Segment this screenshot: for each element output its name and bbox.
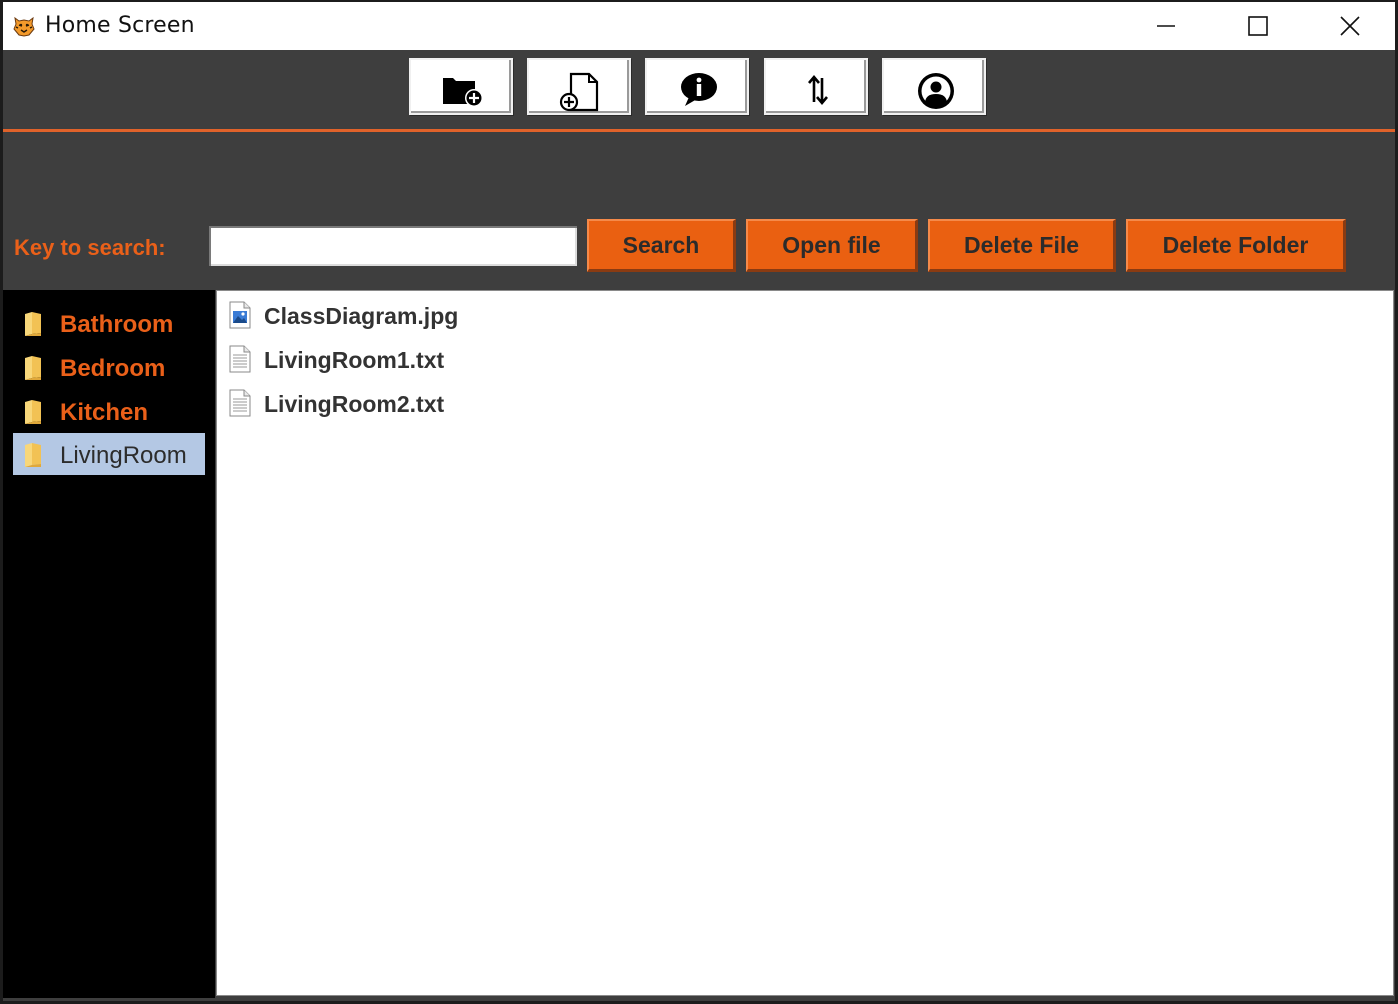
file-item-livingroom1[interactable]: LivingRoom1.txt <box>227 339 827 379</box>
folder-item-bathroom[interactable]: Bathroom <box>13 302 205 344</box>
folder-label: LivingRoom <box>60 442 187 469</box>
minimize-button[interactable] <box>1120 2 1212 50</box>
folder-label: Bathroom <box>60 311 174 338</box>
folder-item-kitchen[interactable]: Kitchen <box>13 390 205 432</box>
delete-folder-button[interactable]: Delete Folder <box>1126 219 1346 272</box>
text-file-icon <box>229 389 251 417</box>
toolbar <box>3 50 1395 130</box>
info-button[interactable] <box>645 58 749 115</box>
sort-button[interactable] <box>764 58 868 115</box>
folder-label: Kitchen <box>60 399 149 426</box>
file-item-classdiagram[interactable]: ClassDiagram.jpg <box>227 295 827 335</box>
sort-arrows-icon <box>808 74 828 106</box>
file-item-livingroom2[interactable]: LivingRoom2.txt <box>227 383 827 423</box>
new-file-icon <box>559 72 599 112</box>
folder-icon <box>25 400 41 424</box>
close-button[interactable] <box>1304 2 1396 50</box>
close-icon <box>1340 16 1360 36</box>
text-file-icon <box>229 345 251 373</box>
folder-label: Bedroom <box>60 355 166 382</box>
profile-button[interactable] <box>882 58 986 115</box>
folder-item-livingroom[interactable]: LivingRoom <box>13 433 205 475</box>
file-label: LivingRoom2.txt <box>264 391 445 417</box>
folder-icon <box>25 312 41 336</box>
folder-sidebar: Bathroom Bedroom Kitchen LivingRoom <box>3 290 215 998</box>
tiger-icon <box>13 16 35 37</box>
search-input[interactable] <box>209 226 577 266</box>
user-icon <box>918 73 954 109</box>
new-folder-icon <box>443 78 483 107</box>
file-label: ClassDiagram.jpg <box>264 303 459 329</box>
toolbar-divider <box>3 129 1395 132</box>
open-file-button[interactable]: Open file <box>746 219 918 272</box>
new-file-button[interactable] <box>527 58 631 115</box>
info-icon <box>681 73 717 106</box>
folder-item-bedroom[interactable]: Bedroom <box>13 346 205 388</box>
image-file-icon <box>229 301 251 329</box>
file-label: LivingRoom1.txt <box>264 347 445 373</box>
folder-icon <box>25 356 41 380</box>
maximize-button[interactable] <box>1212 2 1304 50</box>
window-title: Home Screen <box>45 13 195 38</box>
main-window: Home Screen Key to search: Search Open f… <box>0 0 1398 1004</box>
file-list: ClassDiagram.jpg LivingRoom1.txt LivingR… <box>216 290 1394 996</box>
folder-icon <box>25 443 41 467</box>
search-button[interactable]: Search <box>587 219 736 272</box>
maximize-icon <box>1248 16 1268 36</box>
delete-file-button[interactable]: Delete File <box>928 219 1116 272</box>
minimize-icon <box>1157 25 1175 27</box>
search-label: Key to search: <box>14 235 166 260</box>
new-folder-button[interactable] <box>409 58 513 115</box>
title-bar[interactable]: Home Screen <box>3 2 1395 50</box>
